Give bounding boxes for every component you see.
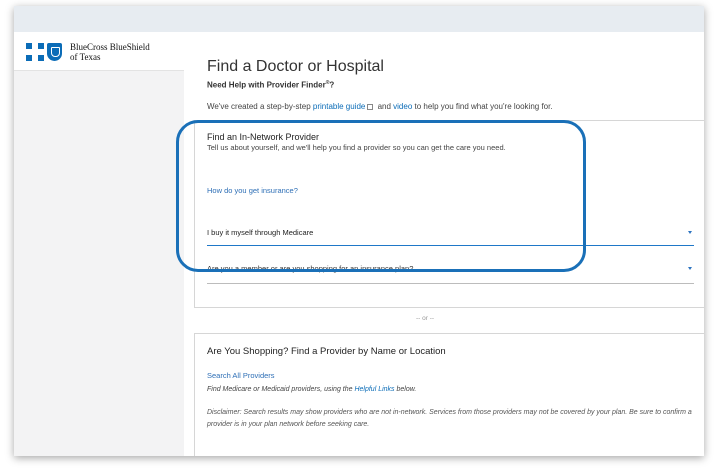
browser-top-bar: [14, 6, 704, 32]
video-link[interactable]: video: [393, 102, 412, 111]
intro-suffix: to help you find what you're looking for…: [412, 102, 553, 111]
intro-prefix: We've created a step-by-step: [207, 102, 313, 111]
page-title: Find a Doctor or Hospital: [207, 58, 384, 75]
highlight-ring: [176, 120, 586, 272]
logo-line-2: of Texas: [70, 52, 101, 62]
shopping-title: Are You Shopping? Find a Provider by Nam…: [207, 346, 446, 357]
logo-line-1: BlueCross BlueShield: [70, 42, 150, 52]
blue-cross-icon: [26, 43, 44, 61]
chevron-down-icon[interactable]: [688, 267, 692, 270]
chevron-down-icon[interactable]: [688, 231, 692, 234]
intro-mid: and: [375, 102, 394, 111]
external-link-icon: [367, 103, 374, 110]
disclaimer-text: Disclaimer: Search results may show prov…: [207, 409, 692, 428]
blue-shield-icon: [47, 43, 62, 61]
help-text: Need Help with Provider Finder: [207, 80, 326, 90]
help-suffix: ?: [329, 80, 335, 90]
find-suffix: below.: [394, 386, 417, 393]
helpful-links-link[interactable]: Helpful Links: [354, 386, 394, 393]
intro-text: We've created a step-by-step printable g…: [207, 102, 553, 111]
bcbs-logo[interactable]: BlueCross BlueShield of Texas: [26, 42, 150, 62]
find-medicare-text: Find Medicare or Medicaid providers, usi…: [207, 386, 416, 393]
printable-guide-link[interactable]: printable guide: [313, 102, 365, 111]
find-prefix: Find Medicare or Medicaid providers, usi…: [207, 386, 355, 393]
screenshot-frame: BlueCross BlueShield of Texas Find a Doc…: [14, 6, 704, 456]
search-all-providers-link[interactable]: Search All Providers: [207, 371, 275, 380]
or-separator: -- or --: [416, 315, 435, 322]
help-heading: Need Help with Provider Finder®?: [207, 80, 334, 90]
logo-text: BlueCross BlueShield of Texas: [70, 42, 150, 62]
